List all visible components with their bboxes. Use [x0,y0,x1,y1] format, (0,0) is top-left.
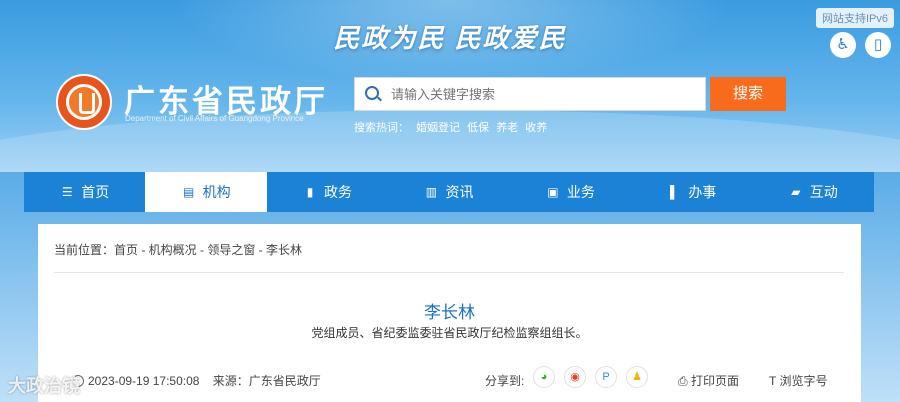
emblem-icon [56,74,112,130]
book-icon: ▮ [306,185,314,199]
chat-icon: ▰ [791,185,801,199]
nav-item-organization[interactable]: ▤ 机构 [145,172,267,212]
article-panel: 当前位置：首页 - 机构概况 - 领导之窗 - 李长林 李长林 党组成员、省纪委… [38,224,861,402]
nav-item-business[interactable]: ▣ 业务 [510,172,631,212]
search-box [354,77,706,111]
breadcrumb[interactable]: 当前位置：首页 - 机构概况 - 领导之窗 - 李长林 [54,241,302,258]
font-size-control[interactable]: T 浏览字号 [769,372,827,389]
hot-term-link[interactable]: 低保 [467,122,489,134]
mobile-icon[interactable]: ▯ [865,32,891,58]
share-label: 分享到: [485,374,525,388]
hot-search-terms: 搜索热词： 婚姻登记 低保 养老 收养 [354,119,551,135]
article-title: 李长林 [424,303,475,322]
briefcase-icon: ▣ [547,185,559,199]
article-subtitle: 党组成员、省纪委监委驻省民政厅纪检监察组组长。 [311,326,588,340]
main-nav: ☰ 首页 ▤ 机构 ▮ 政务 ▥ 资讯 ▣ 业务 ▌ 办事 ▰ 互动 [24,172,874,212]
wechat-icon[interactable]: ◕ [533,366,555,388]
publish-date: 2023-09-19 17:50:08 [88,374,200,388]
list-icon: ☰ [61,185,73,199]
article-source: 来源：广东省民政厅 [212,374,321,388]
hot-label: 搜索热词： [354,122,409,134]
weibo-icon[interactable]: ◉ [564,366,586,388]
divider [54,272,844,273]
accessibility-icon[interactable]: ♿ [830,32,856,58]
qzone-icon[interactable]: P [595,366,617,388]
watermark-logo: 大政治镜 [8,376,80,396]
nav-item-interaction[interactable]: ▰ 互动 [753,172,874,212]
site-logo[interactable]: 广东省民政厅 Department of Civil Affairs of Gu… [56,74,356,130]
hot-term-link[interactable]: 收养 [525,122,547,134]
search-icon [365,86,379,100]
person-icon: ▌ [670,185,679,199]
hot-term-link[interactable]: 养老 [496,122,518,134]
news-icon: ▥ [425,185,438,199]
document-icon: ▤ [182,185,195,199]
hot-term-link[interactable]: 婚姻登记 [416,122,460,134]
search-button[interactable]: 搜索 [710,77,786,111]
search-input[interactable] [391,78,701,110]
site-english-name: Department of Civil Affairs of Guangdong… [125,114,304,123]
ipv6-badge[interactable]: 网站支持IPv6 [815,8,894,28]
nav-item-news[interactable]: ▥ 资讯 [388,172,509,212]
slogan: 民政为民 民政爱民 [333,23,567,53]
qq-icon[interactable]: ♟ [626,366,648,388]
nav-item-government-affairs[interactable]: ▮ 政务 [267,172,388,212]
printer-icon: ⎙ [678,374,688,388]
nav-item-services[interactable]: ▌ 办事 [631,172,752,212]
article-meta: 2023-09-19 17:50:08 来源：广东省民政厅 [72,372,321,389]
print-button[interactable]: ⎙ 打印页面 [678,372,739,389]
font-size-icon: T [769,374,777,388]
nav-item-home[interactable]: ☰ 首页 [24,172,145,212]
